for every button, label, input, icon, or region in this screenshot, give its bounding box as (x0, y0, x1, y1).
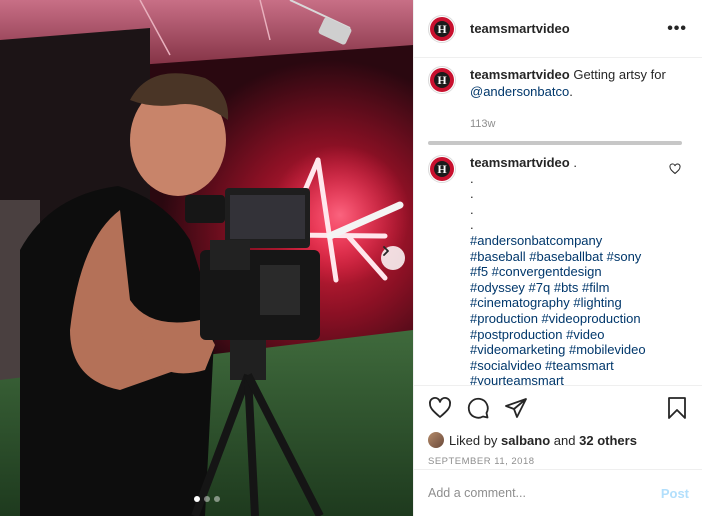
hashtag-line[interactable]: #baseball #baseballbat #sony (470, 249, 680, 265)
comment-username[interactable]: teamsmartvideo (470, 155, 570, 170)
like-button[interactable] (428, 396, 452, 420)
avatar[interactable]: H (428, 66, 456, 94)
hashtag-line[interactable]: #production #videoproduction (470, 311, 680, 327)
liker-username[interactable]: salbano (501, 433, 550, 448)
caption-text: Getting artsy for (573, 67, 666, 82)
hashtag-line[interactable]: #odyssey #7q #bts #film (470, 280, 680, 296)
carousel-dot (203, 496, 210, 502)
next-image-button[interactable] (381, 246, 405, 270)
mention-link[interactable]: @andersonbatco (470, 84, 569, 99)
share-icon (505, 398, 527, 418)
hashtag-line[interactable]: #f5 #convergentdesign (470, 264, 680, 280)
carousel-dot (193, 496, 200, 502)
post-date[interactable]: SEPTEMBER 11, 2018 (428, 456, 689, 467)
save-button[interactable] (665, 396, 689, 420)
hashtag-line[interactable]: #videomarketing #mobilevideo (470, 342, 680, 358)
avatar[interactable]: H (428, 155, 456, 183)
likes-others-link[interactable]: 32 others (579, 433, 637, 448)
carousel-indicator (0, 496, 413, 502)
heart-icon (429, 397, 451, 418)
ellipsis-icon[interactable]: ••• (667, 20, 687, 38)
post-comment-button[interactable]: Post (661, 486, 689, 501)
add-comment-bar: Post (414, 469, 702, 516)
caption-timestamp[interactable]: 113w (470, 116, 666, 133)
bookmark-icon (668, 397, 686, 419)
comment-like-button[interactable] (669, 163, 681, 178)
carousel-dot (213, 496, 220, 502)
caption-username[interactable]: teamsmartvideo (470, 67, 570, 82)
comment-button[interactable] (466, 396, 490, 420)
hashtag-line[interactable]: #socialvideo #teamsmart (470, 358, 680, 374)
photo-illustration (0, 0, 413, 516)
post-actions: Liked by salbano and 32 others SEPTEMBER… (414, 385, 702, 467)
heart-icon (669, 163, 681, 175)
post-header: H teamsmartvideo ••• (414, 0, 702, 58)
comment: H teamsmartvideo . . . . . #andersonbatc… (414, 155, 702, 385)
comment-dot-line: . (470, 170, 474, 186)
post-side-panel: H teamsmartvideo ••• H teamsmartvideo Ge… (413, 0, 702, 516)
hashtag-line[interactable]: #yourteamsmart (470, 373, 680, 385)
chevron-right-icon (383, 246, 389, 256)
post-username[interactable]: teamsmartvideo (470, 21, 667, 36)
post-image[interactable] (0, 0, 413, 516)
comment-dot-line: . (470, 217, 474, 233)
likes-prefix: Liked by (449, 432, 498, 448)
share-button[interactable] (504, 396, 528, 420)
caption: H teamsmartvideo Getting artsy for @ande… (414, 66, 702, 133)
comment-dot-line: . (470, 186, 474, 202)
comment-input[interactable] (428, 486, 661, 500)
avatar[interactable] (428, 432, 444, 448)
comment-icon (467, 397, 489, 419)
likes-conjunction: and (553, 432, 576, 448)
hashtag-line[interactable]: #postproduction #video (470, 327, 680, 343)
comment-dot-line: . (470, 201, 474, 217)
instagram-post: H teamsmartvideo ••• H teamsmartvideo Ge… (0, 0, 702, 516)
hashtag-line[interactable]: #cinematography #lighting (470, 295, 680, 311)
comment-text: . (573, 155, 577, 170)
likes-summary: Liked by salbano and 32 others (428, 432, 689, 448)
hashtag-line[interactable]: #andersonbatcompany (470, 233, 680, 249)
caption-trailing: . (569, 84, 573, 99)
scrollbar[interactable] (428, 141, 682, 145)
avatar[interactable]: H (428, 14, 456, 43)
